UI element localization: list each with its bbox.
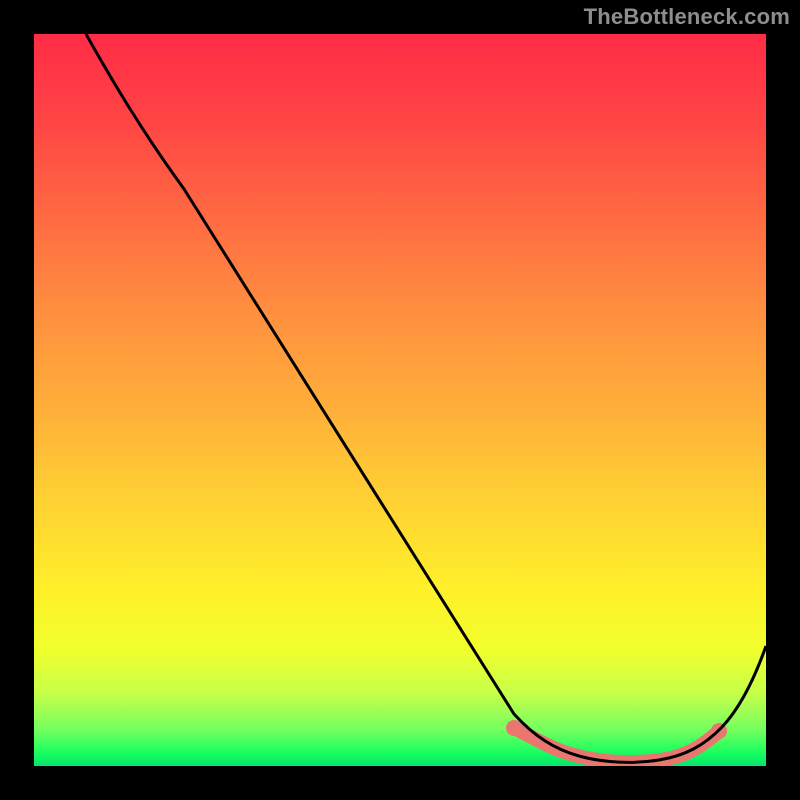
attribution-text: TheBottleneck.com <box>584 4 790 30</box>
main-curve-path <box>86 34 766 762</box>
plot-area <box>34 34 766 766</box>
band-start-dot <box>506 720 522 736</box>
band-end-dot <box>711 723 727 739</box>
chart-frame: TheBottleneck.com <box>0 0 800 800</box>
curve-layer <box>34 34 766 766</box>
bottom-band-path <box>514 728 719 762</box>
